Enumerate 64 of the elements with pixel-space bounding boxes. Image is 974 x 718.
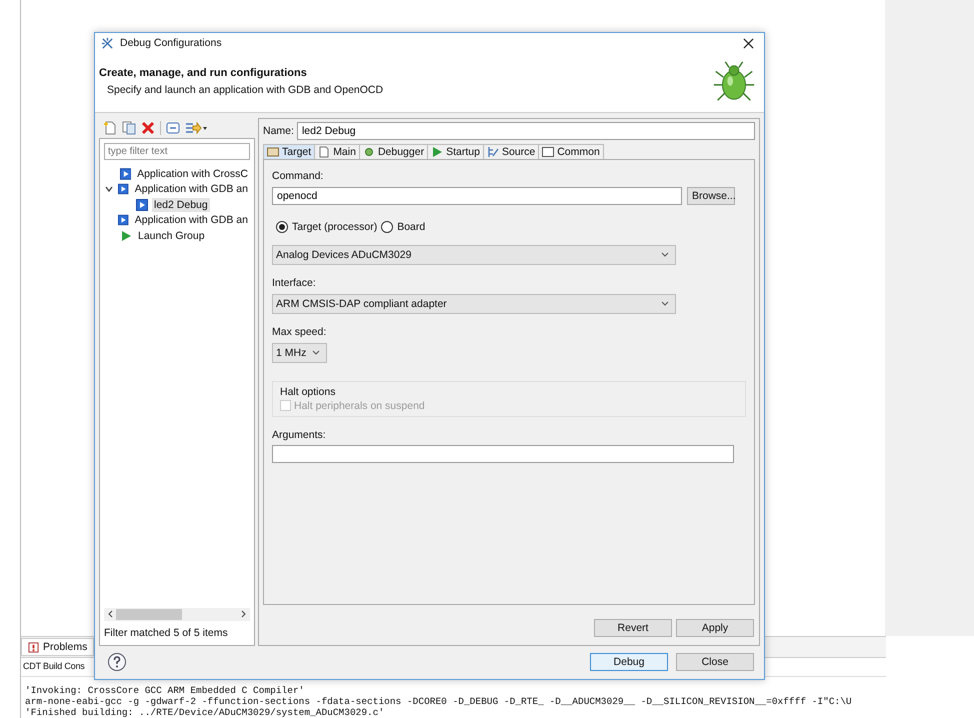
console-line: arm-none-eabi-gcc -g -gdwarf-2 -ffunction-sections -fdata-sections -DCORE0 -D_DEBUG -D_RTE_ -D__ADUCM3029__ -D__SILICON_REVISION__=0xffff -I"C:\U <box>25 696 852 707</box>
chevron-down-icon <box>312 350 320 356</box>
group-title: Halt options <box>280 386 336 398</box>
horizontal-scrollbar[interactable] <box>104 608 250 621</box>
launch-config-icon <box>120 168 132 180</box>
console-line: 'Finished building: ../RTE/Device/ADuCM3029/system_ADuCM3029.c' <box>25 707 384 718</box>
filter-field[interactable]: type filter text <box>104 142 250 160</box>
play-icon <box>120 230 132 242</box>
chevron-down-icon <box>661 252 669 258</box>
scroll-right-icon[interactable] <box>241 610 247 618</box>
tree-item[interactable]: Application with GDB an <box>132 182 250 196</box>
delete-icon[interactable] <box>141 120 155 135</box>
max-speed-label: Max speed: <box>272 326 328 338</box>
problems-tab[interactable]: Problems <box>21 638 94 656</box>
scroll-left-icon[interactable] <box>107 610 113 618</box>
chevron-down-icon <box>661 301 669 306</box>
new-file-icon[interactable] <box>103 120 117 135</box>
arguments-label: Arguments: <box>272 428 327 441</box>
duplicate-icon[interactable] <box>122 120 136 135</box>
filter-status: Filter matched 5 of 5 items <box>104 626 229 641</box>
filter-icon[interactable] <box>185 120 207 135</box>
radio-option[interactable]: Board <box>381 220 426 233</box>
command-label: Command: <box>272 170 324 182</box>
tab[interactable]: Main <box>315 144 360 159</box>
tree-item[interactable]: Application with CrossC <box>135 166 250 181</box>
play-icon <box>431 146 444 158</box>
device-dropdown[interactable]: Analog Devices ADuCM3029 <box>272 244 676 265</box>
tab[interactable]: Debugger <box>360 144 428 159</box>
debug-button[interactable]: Debug <box>590 653 668 672</box>
help-icon[interactable] <box>107 652 127 672</box>
console-line: 'Invoking: CrossCore GCC ARM Embedded C Compiler' <box>25 685 304 696</box>
browse-button[interactable]: Browse... <box>687 186 735 205</box>
tab[interactable]: Source <box>484 144 540 159</box>
interface-dropdown[interactable]: ARM CMSIS-DAP compliant adapter <box>272 294 676 314</box>
tab[interactable]: Target <box>263 144 316 159</box>
name-field[interactable]: led2 Debug <box>296 122 755 140</box>
interface-label: Interface: <box>272 276 317 289</box>
tree-item[interactable]: Application with GDB an <box>132 213 250 228</box>
launch-config-icon <box>118 183 129 196</box>
dialog-description: Specify and launch an application with GDB and OpenOCD <box>106 84 384 96</box>
launch-config-icon <box>136 198 148 211</box>
tree-item[interactable]: Launch Group <box>136 228 207 243</box>
arguments-field[interactable] <box>272 444 734 463</box>
revert-button[interactable]: Revert <box>594 618 672 637</box>
tree-item[interactable]: led2 Debug <box>152 198 210 212</box>
source-icon <box>486 146 499 158</box>
warning-icon <box>28 642 39 652</box>
max-speed-dropdown[interactable]: 1 MHz <box>272 342 327 363</box>
apply-button[interactable]: Apply <box>676 618 754 637</box>
close-icon[interactable] <box>743 38 754 49</box>
radio-option[interactable]: Target (processor) <box>276 220 378 233</box>
collapse-icon[interactable] <box>166 120 180 135</box>
document-icon <box>318 146 330 158</box>
tab[interactable]: Startup <box>428 144 484 159</box>
command-field[interactable]: openocd <box>272 186 682 205</box>
debug-configurations-icon <box>101 36 114 50</box>
dialog-heading: Create, manage, and run configurations <box>99 67 308 80</box>
name-label: Name: <box>263 124 294 137</box>
window-title: Debug Configurations <box>120 37 223 50</box>
close-button[interactable]: Close <box>676 653 754 672</box>
chevron-icon[interactable] <box>105 185 114 194</box>
launch-config-icon <box>118 214 129 226</box>
window-icon <box>542 146 554 158</box>
tab[interactable]: Common <box>539 144 604 159</box>
